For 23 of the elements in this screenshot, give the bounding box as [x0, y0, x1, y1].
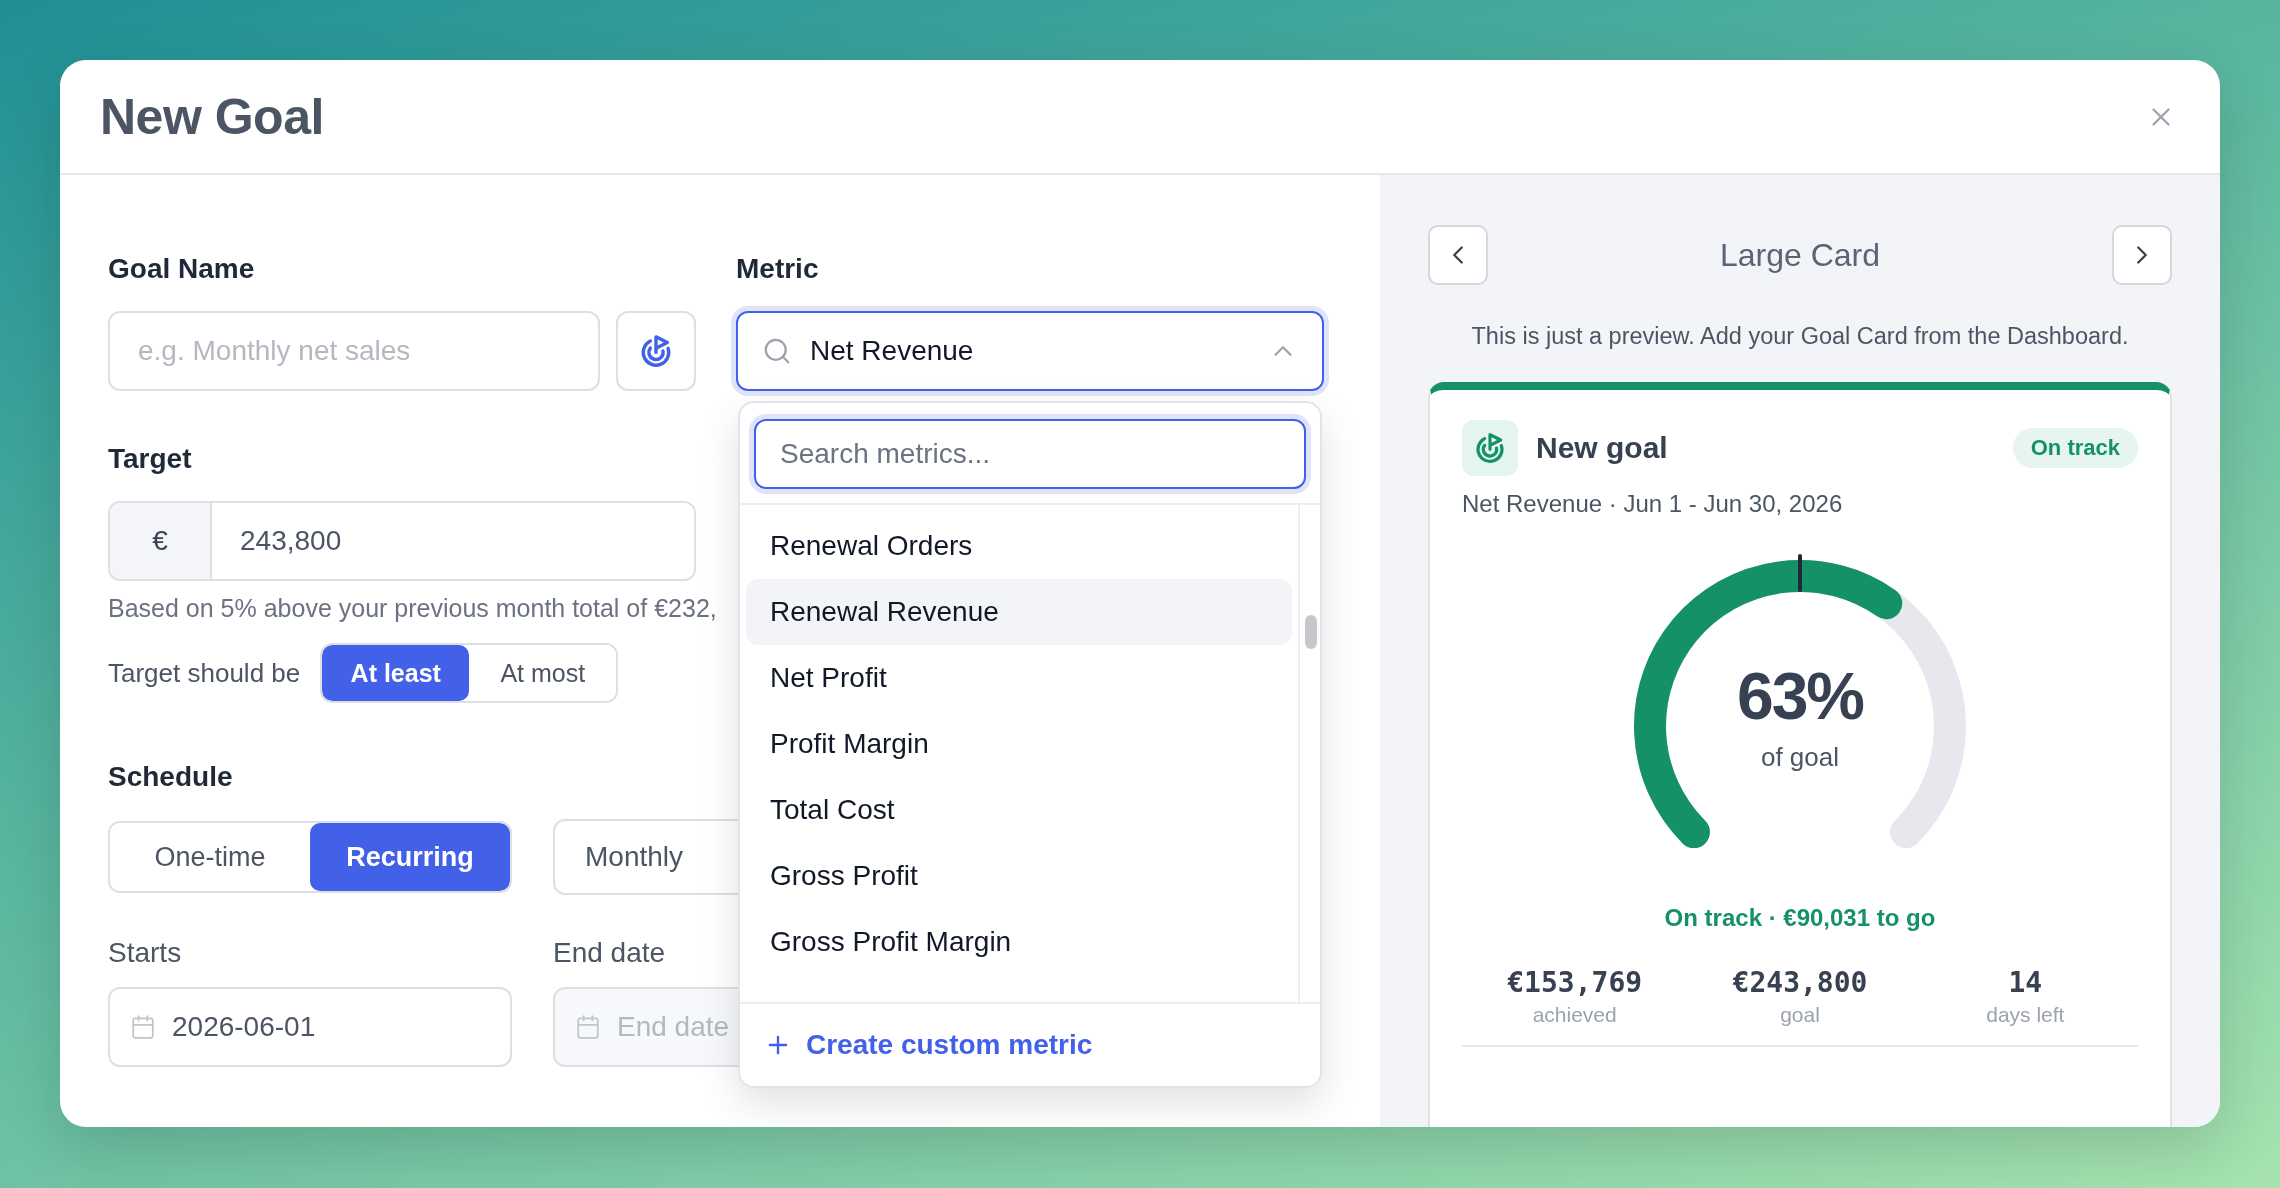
field-label: End date — [553, 937, 666, 969]
status-text: On track · €90,031 to go — [1664, 904, 1936, 932]
field-label: Starts — [108, 937, 182, 969]
preview-title: Large Card — [1719, 236, 1881, 274]
preview-note: This is just a preview. Add your Goal Card from the Dashboard. — [1470, 323, 2130, 350]
field-label: Schedule — [108, 761, 233, 793]
dialog-title: New Goal — [100, 87, 324, 146]
gauge-caption: of goal — [1760, 742, 1840, 773]
status-badge: On track — [2012, 428, 2138, 468]
stat-value: €243,800 — [1732, 966, 1868, 999]
stat-label: achieved — [1532, 1003, 1617, 1027]
card-title: New goal — [1536, 431, 1669, 465]
stat-label: days left — [1986, 1003, 2065, 1027]
card-subtitle: Net Revenue · Jun 1 - Jun 30, 2026 — [1462, 490, 1844, 518]
field-label: Metric — [736, 253, 819, 285]
stat-label: goal — [1780, 1003, 1820, 1027]
stat-value: €153,769 — [1507, 966, 1643, 999]
percent-value: 63% — [1736, 658, 1864, 734]
hint-text: Based on 5% above your previous month total of €232, — [108, 593, 717, 623]
field-label: Target should be — [108, 657, 301, 689]
field-label: Goal Name — [108, 253, 255, 285]
field-label: Target — [108, 443, 192, 475]
stat-value: 14 — [2008, 966, 2043, 999]
